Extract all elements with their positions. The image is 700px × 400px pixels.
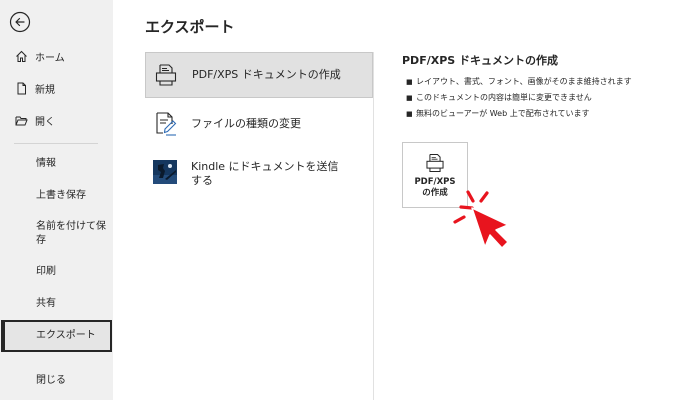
pane-divider: [373, 52, 374, 400]
sidebar-item-label: 新規: [35, 84, 55, 96]
sidebar-item-close[interactable]: 閉じる: [0, 352, 113, 398]
create-button-label-line2: の作成: [422, 187, 448, 198]
export-pane: エクスポート PDF/XPS ドキュメントの作成 ファイルの種類の変更 Kind…: [113, 0, 700, 400]
detail-bullet: ■ このドキュメントの内容は簡単に変更できません: [402, 90, 692, 106]
sidebar-item-label: ホーム: [35, 52, 65, 64]
home-icon: [14, 49, 28, 63]
bullet-square-icon: ■: [406, 94, 413, 102]
backstage-sidebar: ホーム 新規 開く 情報 上書き保存 名前を付けて保存 印刷 共有 エクスポート…: [0, 0, 113, 400]
sidebar-item-home[interactable]: ホーム: [0, 40, 113, 72]
detail-heading: PDF/XPS ドキュメントの作成: [402, 54, 559, 67]
sidebar-bottom-nav: 情報 上書き保存 名前を付けて保存 印刷 共有 エクスポート 閉じる: [0, 148, 113, 398]
new-document-icon: [14, 81, 28, 95]
pdf-document-icon: [152, 61, 180, 89]
page-title: エクスポート: [145, 18, 235, 36]
option-label: ファイルの種類の変更: [191, 117, 301, 130]
click-pointer-icon: [453, 190, 509, 249]
detail-bullet: ■ レイアウト、書式、フォント、画像がそのまま維持されます: [402, 74, 692, 90]
sidebar-item-label: 開く: [35, 116, 55, 128]
option-change-file-type[interactable]: ファイルの種類の変更: [145, 102, 373, 146]
option-send-to-kindle[interactable]: Kindle にドキュメントを送信する: [145, 150, 373, 196]
sidebar-item-save-as[interactable]: 名前を付けて保存: [0, 212, 113, 256]
create-button-label-line1: PDF/XPS: [414, 176, 456, 187]
sidebar-item-print[interactable]: 印刷: [0, 256, 113, 288]
option-create-pdf-xps[interactable]: PDF/XPS ドキュメントの作成: [145, 52, 373, 98]
bullet-square-icon: ■: [406, 78, 413, 86]
detail-panel: PDF/XPS ドキュメントの作成 ■ レイアウト、書式、フォント、画像がそのまま…: [402, 52, 692, 122]
sidebar-item-save[interactable]: 上書き保存: [0, 180, 113, 212]
back-arrow-icon: [9, 11, 31, 33]
sidebar-item-open[interactable]: 開く: [0, 104, 113, 136]
sidebar-item-share[interactable]: 共有: [0, 288, 113, 320]
sidebar-top-nav: ホーム 新規 開く: [0, 40, 113, 136]
kindle-icon: [151, 158, 179, 186]
sidebar-item-export[interactable]: エクスポート: [1, 320, 112, 352]
sidebar-item-info[interactable]: 情報: [0, 148, 113, 180]
sidebar-item-new[interactable]: 新規: [0, 72, 113, 104]
option-label: Kindle にドキュメントを送信する: [191, 160, 339, 187]
export-options-list: PDF/XPS ドキュメントの作成 ファイルの種類の変更 Kindle にドキュ…: [145, 52, 373, 200]
detail-bullet: ■ 無料のビューアーが Web 上で配布されています: [402, 106, 692, 122]
detail-bullet-list: ■ レイアウト、書式、フォント、画像がそのまま維持されます ■ このドキュメントの内…: [402, 74, 692, 122]
sidebar-divider: [14, 143, 98, 144]
change-file-type-icon: [151, 110, 179, 138]
bullet-square-icon: ■: [406, 110, 413, 118]
pdf-document-icon: [426, 153, 444, 172]
back-button[interactable]: [8, 10, 32, 34]
option-label: PDF/XPS ドキュメントの作成: [192, 68, 341, 81]
open-folder-icon: [14, 113, 28, 127]
